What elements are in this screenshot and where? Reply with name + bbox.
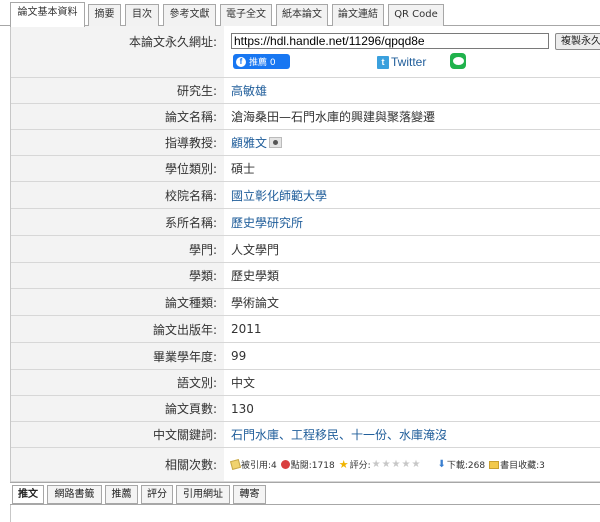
tab-print-thesis[interactable]: 紙本論文 — [276, 4, 328, 26]
field-label: 論文名稱: — [11, 104, 224, 129]
field-label: 學位類別: — [11, 156, 224, 181]
field-row-advisor: 指導教授: 顧雅文 — [11, 130, 600, 156]
field-row-thesis-type: 論文種類: 學術論文 — [11, 289, 600, 316]
tab-forward[interactable]: 轉寄 — [233, 485, 266, 504]
thesis-title: 滄海桑田—石門水庫的興建與聚落變遷 — [231, 110, 436, 124]
field-row-discipline: 學門: 人文學門 — [11, 236, 600, 263]
stats-bar: 被引用:4 點閱:1718 ★ 評分: ★★★★★ ⬇ 下載:268 書目收藏:… — [229, 448, 600, 481]
student-name-link[interactable]: 高敏雄 — [231, 82, 267, 99]
downloads-count: 下載:268 — [446, 461, 486, 471]
tab-recommend[interactable]: 推薦 — [105, 485, 138, 504]
facebook-recommend-label: 推薦 0 — [249, 58, 276, 68]
field-row-university: 校院名稱: 國立彰化師範大學 — [11, 182, 600, 209]
divider — [10, 482, 600, 483]
tab-references[interactable]: 參考文獻 — [163, 4, 216, 26]
facebook-icon: f — [236, 56, 246, 67]
tab-rate[interactable]: 評分 — [141, 485, 173, 504]
permalink-row: 本論文永久網址: 複製永久網址 f 推薦 0 t Twitter — [11, 26, 600, 78]
bottom-tab-bar: 推文 網路書籤 推薦 評分 引用網址 轉寄 — [0, 482, 600, 522]
field-row-degree: 學位類別: 碩士 — [11, 156, 600, 182]
field-label: 校院名稱: — [11, 182, 224, 208]
permalink-input[interactable] — [231, 33, 549, 49]
cite-icon — [229, 458, 242, 471]
tab-cite-url[interactable]: 引用網址 — [176, 485, 230, 504]
permalink-label: 本論文永久網址: — [11, 26, 224, 77]
field-label: 語文別: — [11, 370, 224, 395]
twitter-label: Twitter — [391, 55, 427, 69]
field-row-grad-year: 畢業學年度: 99 — [11, 343, 600, 370]
cited-count: 被引用:4 — [241, 461, 277, 471]
thesis-type-value: 學術論文 — [231, 295, 280, 310]
stats-label: 相關次數: — [11, 448, 224, 481]
rating-stars: ★★★★★ — [371, 459, 422, 470]
downloads-stat: ⬇ 下載:268 — [437, 458, 485, 471]
field-row-department: 系所名稱: 歷史學研究所 — [11, 209, 600, 236]
top-tab-bar: 論文基本資料 摘要 目次 參考文獻 電子全文 紙本論文 論文連結 QR Code — [0, 0, 600, 27]
field-row-student: 研究生: 高敏雄 — [11, 78, 600, 104]
field-label: 論文種類: — [11, 289, 224, 315]
clicks-count: 點閱:1718 — [290, 461, 335, 471]
degree-value: 碩士 — [231, 162, 256, 176]
language-value: 中文 — [231, 376, 256, 390]
field-label: 系所名稱: — [11, 209, 224, 235]
line-share-icon[interactable] — [450, 53, 466, 69]
tab-fulltext[interactable]: 電子全文 — [220, 4, 272, 26]
tab-qrcode[interactable]: QR Code — [388, 4, 444, 26]
tab-thesis-links[interactable]: 論文連結 — [332, 4, 384, 26]
field-label: 研究生: — [11, 78, 224, 103]
twitter-icon: t — [377, 55, 389, 69]
bookmarks-stat: 書目收藏:3 — [489, 458, 545, 471]
bookmarks-count: 書目收藏:3 — [500, 461, 545, 471]
advisor-profile-icon[interactable] — [269, 137, 283, 148]
pub-year-value: 2011 — [231, 322, 262, 336]
grad-year-value: 99 — [231, 349, 247, 363]
university-link[interactable]: 國立彰化師範大學 — [231, 187, 327, 204]
field-label: 中文關鍵詞: — [11, 422, 224, 447]
tab-toc[interactable]: 目次 — [125, 4, 159, 26]
field-label: 指導教授: — [11, 130, 224, 155]
clicks-stat: 點閱:1718 — [280, 458, 335, 471]
bottom-tab-content — [10, 505, 600, 522]
field-label: 論文頁數: — [11, 396, 224, 421]
tab-basic-info[interactable]: 論文基本資料 — [10, 2, 85, 27]
download-icon: ⬇ — [437, 459, 446, 470]
department-link[interactable]: 歷史學研究所 — [231, 214, 303, 231]
rating-stat: ★ 評分: ★★★★★ — [339, 458, 422, 471]
field-row-title: 論文名稱: 滄海桑田—石門水庫的興建與聚落變遷 — [11, 104, 600, 130]
category-value: 歷史學類 — [231, 269, 280, 283]
field-row-pub-year: 論文出版年: 2011 — [11, 316, 600, 343]
discipline-value: 人文學門 — [231, 242, 280, 257]
tab-web-bookmarks[interactable]: 網路書籤 — [47, 485, 102, 504]
field-row-stats: 相關次數: 被引用:4 點閱:1718 ★ 評分: ★★★★★ ⬇ 下載:268 — [11, 448, 600, 482]
tab-abstract[interactable]: 摘要 — [88, 4, 121, 26]
keywords-links[interactable]: 石門水庫、工程移民、十一份、水庫淹沒 — [231, 426, 447, 443]
facebook-recommend-button[interactable]: f 推薦 0 — [233, 54, 290, 69]
cited-stat: 被引用:4 — [229, 458, 277, 471]
pages-value: 130 — [231, 401, 254, 416]
field-label: 畢業學年度: — [11, 343, 224, 369]
click-icon — [280, 460, 290, 469]
copy-permalink-button[interactable]: 複製永久網址 — [555, 33, 600, 50]
field-row-keywords: 中文關鍵詞: 石門水庫、工程移民、十一份、水庫淹沒 — [11, 422, 600, 448]
folder-icon — [489, 460, 500, 469]
field-row-language: 語文別: 中文 — [11, 370, 600, 396]
twitter-share-link[interactable]: t Twitter — [377, 54, 426, 70]
field-row-pages: 論文頁數: 130 — [11, 396, 600, 422]
tab-tweet[interactable]: 推文 — [12, 485, 44, 504]
star-icon: ★ — [338, 458, 349, 471]
advisor-name-link[interactable]: 顧雅文 — [231, 134, 267, 151]
thesis-detail-table: 本論文永久網址: 複製永久網址 f 推薦 0 t Twitter 研究生: 高敏… — [10, 26, 600, 482]
field-label: 學門: — [11, 236, 224, 262]
field-row-category: 學類: 歷史學類 — [11, 263, 600, 289]
field-label: 論文出版年: — [11, 316, 224, 342]
field-label: 學類: — [11, 263, 224, 288]
rating-label: 評分: — [349, 461, 371, 471]
